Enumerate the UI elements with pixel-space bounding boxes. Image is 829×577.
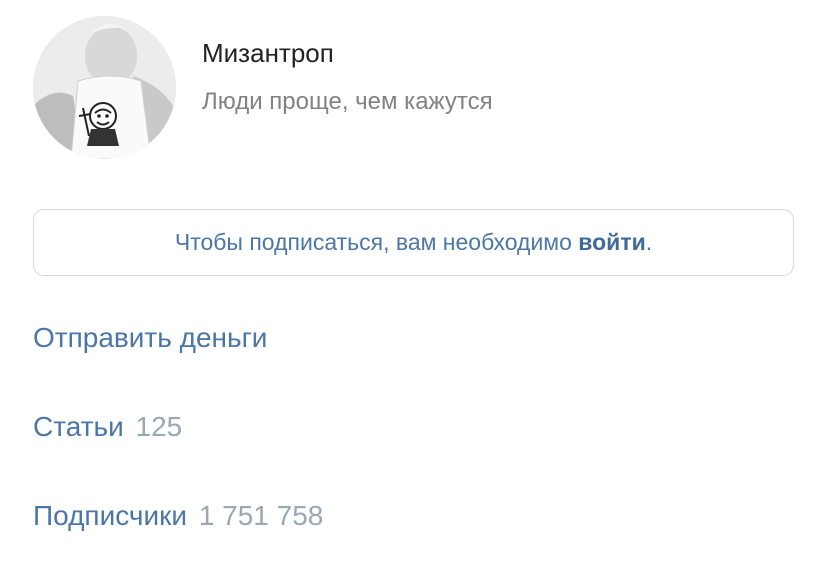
subscribe-notice: Чтобы подписаться, вам необходимо войти. [33, 209, 794, 276]
articles-count: 125 [135, 411, 183, 442]
subscribers-link[interactable]: Подписчики 1 751 758 [33, 500, 323, 532]
channel-description: Люди проще, чем кажутся [202, 88, 493, 115]
avatar-photo-icon [33, 16, 176, 159]
send-money-link[interactable]: Отправить деньги [33, 322, 267, 354]
subscribe-text-end: . [645, 229, 653, 255]
articles-label: Статьи [33, 411, 124, 442]
subscribers-count: 1 751 758 [198, 500, 324, 531]
channel-header: Мизантроп Люди проще, чем кажутся [33, 16, 793, 161]
subscribe-text: Чтобы подписаться, вам необходимо [174, 229, 579, 255]
login-link[interactable]: войти [578, 229, 645, 256]
channel-name[interactable]: Мизантроп [202, 38, 334, 69]
send-money-label: Отправить деньги [33, 322, 268, 353]
avatar[interactable] [33, 16, 176, 159]
articles-link[interactable]: Статьи 125 [33, 411, 182, 443]
subscribers-label: Подписчики [33, 500, 188, 531]
